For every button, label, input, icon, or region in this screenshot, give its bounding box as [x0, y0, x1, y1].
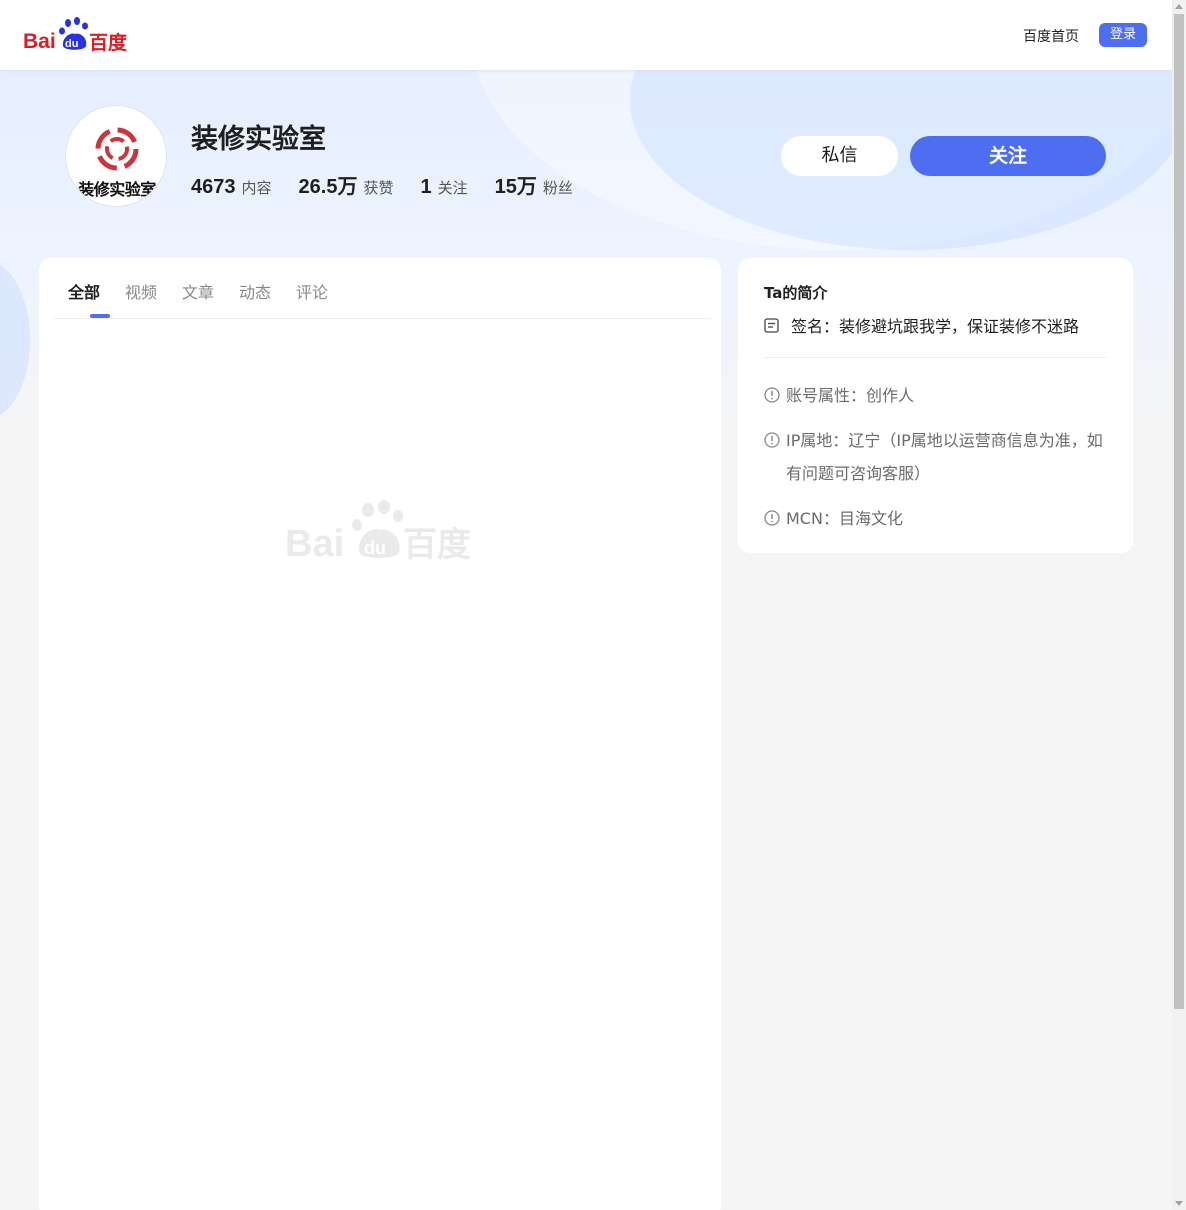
- mcn-text: MCN：目海文化: [786, 509, 903, 528]
- svg-text:Bai: Bai: [23, 30, 56, 53]
- note-icon: [764, 317, 779, 333]
- active-tab-indicator: [90, 314, 110, 318]
- svg-text:Bai: Bai: [285, 523, 344, 564]
- svg-text:du: du: [65, 38, 78, 50]
- profile-stats: 4673 内容 26.5万 获赞 1 关注 15万 粉丝: [191, 170, 600, 199]
- avatar[interactable]: 装修实验室: [65, 105, 167, 207]
- info-icon: [764, 432, 780, 448]
- mcn-row: MCN：目海文化: [764, 502, 1108, 535]
- intro-card: Ta的简介 签名：装修避坑跟我学，保证装修不迷路 账号属性：创作人 IP属地：辽…: [738, 258, 1133, 553]
- stat-label: 获赞: [363, 179, 394, 197]
- stat-label: 内容: [241, 179, 272, 197]
- loading-placeholder-logo: Bai du 百度: [285, 498, 475, 565]
- stat-following[interactable]: 1 关注: [420, 176, 467, 199]
- svg-text:百度: 百度: [89, 31, 128, 54]
- baidu-home-link[interactable]: 百度首页: [1023, 26, 1079, 46]
- svg-text:du: du: [364, 538, 386, 558]
- stat-label: 粉丝: [542, 179, 573, 197]
- stat-likes: 26.5万 获赞: [299, 170, 394, 199]
- ip-location-text: IP属地：辽宁（IP属地以运营商信息为准，如有问题可咨询客服）: [786, 431, 1103, 483]
- stat-value: 1: [420, 176, 432, 198]
- scroll-down-arrow-icon[interactable]: [1175, 1201, 1183, 1206]
- baidu-logo[interactable]: Bai du 百度: [22, 16, 130, 54]
- page-scrollbar[interactable]: [1172, 0, 1186, 1210]
- stat-followers[interactable]: 15万 粉丝: [495, 170, 573, 199]
- scrollbar-thumb[interactable]: [1174, 14, 1184, 1009]
- tab-article[interactable]: 文章: [182, 279, 214, 303]
- content-tabs: 全部 视频 文章 动态 评论: [53, 258, 711, 319]
- private-message-button[interactable]: 私信: [781, 136, 898, 176]
- info-icon: [764, 510, 780, 526]
- intro-divider: [764, 357, 1106, 358]
- intro-title: Ta的简介: [764, 284, 828, 302]
- svg-text:百度: 百度: [403, 525, 471, 564]
- tab-all[interactable]: 全部: [68, 279, 100, 303]
- stat-value: 15万: [494, 176, 537, 198]
- stat-value: 4673: [191, 176, 236, 198]
- tab-comment[interactable]: 评论: [296, 279, 328, 303]
- account-type-row: 账号属性：创作人: [764, 379, 1108, 412]
- stat-label: 关注: [437, 179, 468, 197]
- intro-signature: 签名：装修避坑跟我学，保证装修不迷路: [764, 313, 1079, 337]
- avatar-emblem-icon: [95, 127, 139, 171]
- content-feed-card: 全部 视频 文章 动态 评论 Bai du 百度: [39, 258, 721, 1210]
- tab-video[interactable]: 视频: [125, 279, 157, 303]
- follow-button[interactable]: 关注: [910, 136, 1106, 176]
- account-type-text: 账号属性：创作人: [786, 386, 915, 405]
- tab-dynamic[interactable]: 动态: [239, 279, 271, 303]
- profile-name: 装修实验室: [191, 124, 326, 155]
- ip-location-row: IP属地：辽宁（IP属地以运营商信息为准，如有问题可咨询客服）: [764, 424, 1108, 490]
- avatar-label: 装修实验室: [78, 180, 156, 199]
- stat-content: 4673 内容: [191, 176, 272, 199]
- signature-text: 签名：装修避坑跟我学，保证装修不迷路: [791, 317, 1080, 336]
- stat-value: 26.5万: [298, 176, 358, 198]
- login-button[interactable]: 登录: [1099, 23, 1147, 47]
- info-icon: [764, 387, 780, 403]
- top-bar: Bai du 百度 百度首页 登录: [0, 0, 1172, 70]
- scroll-up-arrow-icon[interactable]: [1175, 4, 1183, 9]
